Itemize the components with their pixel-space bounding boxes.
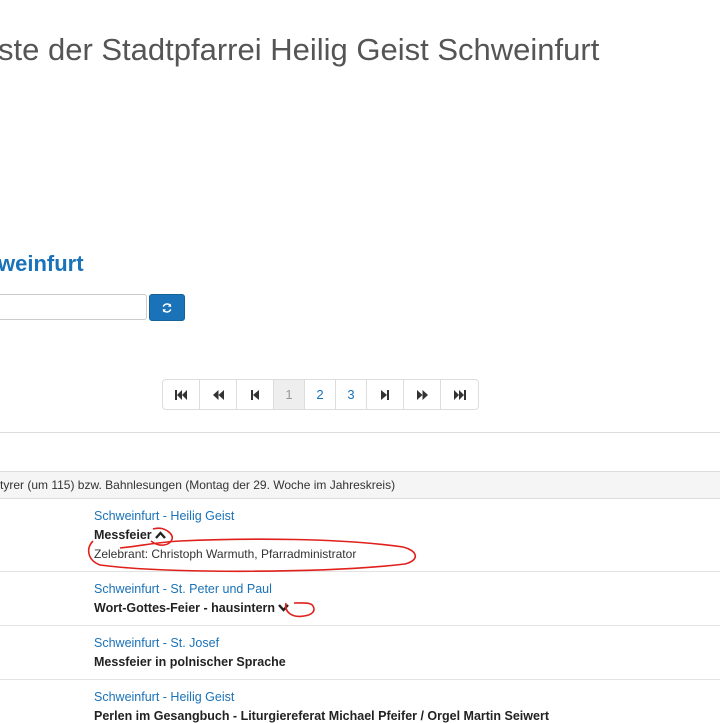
list-item-event-1: Schweinfurt - Heilig Geist Messfeier Zel… — [0, 499, 720, 572]
first-page-icon — [175, 389, 187, 400]
list-item-event-2: Schweinfurt - St. Peter und Paul Wort-Go… — [0, 572, 720, 626]
chevron-up-icon[interactable] — [154, 528, 166, 542]
event-title-row: Messfeier in polnischer Sprache — [94, 655, 286, 669]
fast-forward-icon — [416, 389, 428, 400]
day-header: tyrer (um 115) bzw. Bahnlesungen (Montag… — [0, 471, 720, 499]
event-location-link[interactable]: Schweinfurt - St. Josef — [94, 636, 219, 650]
refresh-button[interactable] — [149, 294, 185, 321]
next-page-button[interactable] — [367, 380, 404, 409]
event-title-row: Wort-Gottes-Feier - hausintern — [94, 601, 289, 615]
list-item-event-3: Schweinfurt - St. Josef Messfeier in pol… — [0, 626, 720, 680]
prev-page-icon — [251, 389, 259, 400]
search-input[interactable] — [0, 294, 147, 320]
page-1-button[interactable]: 1 — [274, 380, 305, 409]
prev-page-button[interactable] — [237, 380, 274, 409]
event-location-link[interactable]: Schweinfurt - Heilig Geist — [94, 690, 234, 704]
event-title: Messfeier in polnischer Sprache — [94, 655, 286, 669]
refresh-icon — [162, 302, 172, 313]
section-title: weinfurt — [0, 251, 84, 276]
fast-forward-button[interactable] — [404, 380, 441, 409]
page-title: ste der Stadtpfarrei Heilig Geist Schwei… — [0, 32, 600, 67]
event-detail: Zelebrant: Christoph Warmuth, Pfarradmin… — [94, 547, 357, 561]
page-3-button[interactable]: 3 — [336, 380, 367, 409]
last-page-icon — [453, 389, 466, 400]
event-location-link[interactable]: Schweinfurt - Heilig Geist — [94, 509, 234, 523]
next-page-icon — [381, 389, 389, 400]
chevron-down-icon[interactable] — [278, 601, 289, 615]
first-page-button[interactable] — [163, 380, 200, 409]
divider — [0, 432, 720, 433]
event-title: Messfeier — [94, 528, 152, 542]
event-title-row: Messfeier — [94, 528, 166, 542]
list-item-event-4: Schweinfurt - Heilig Geist Perlen im Ges… — [0, 680, 720, 723]
page-2-button[interactable]: 2 — [305, 380, 336, 409]
event-title-row: Perlen im Gesangbuch - Liturgiereferat M… — [94, 709, 549, 723]
fast-back-button[interactable] — [200, 380, 237, 409]
last-page-button[interactable] — [441, 380, 478, 409]
event-title: Wort-Gottes-Feier - hausintern — [94, 601, 276, 615]
fast-back-icon — [212, 389, 224, 400]
event-location-link[interactable]: Schweinfurt - St. Peter und Paul — [94, 582, 272, 596]
pagination: 1 2 3 — [162, 379, 479, 410]
event-title: Perlen im Gesangbuch - Liturgiereferat M… — [94, 709, 549, 723]
